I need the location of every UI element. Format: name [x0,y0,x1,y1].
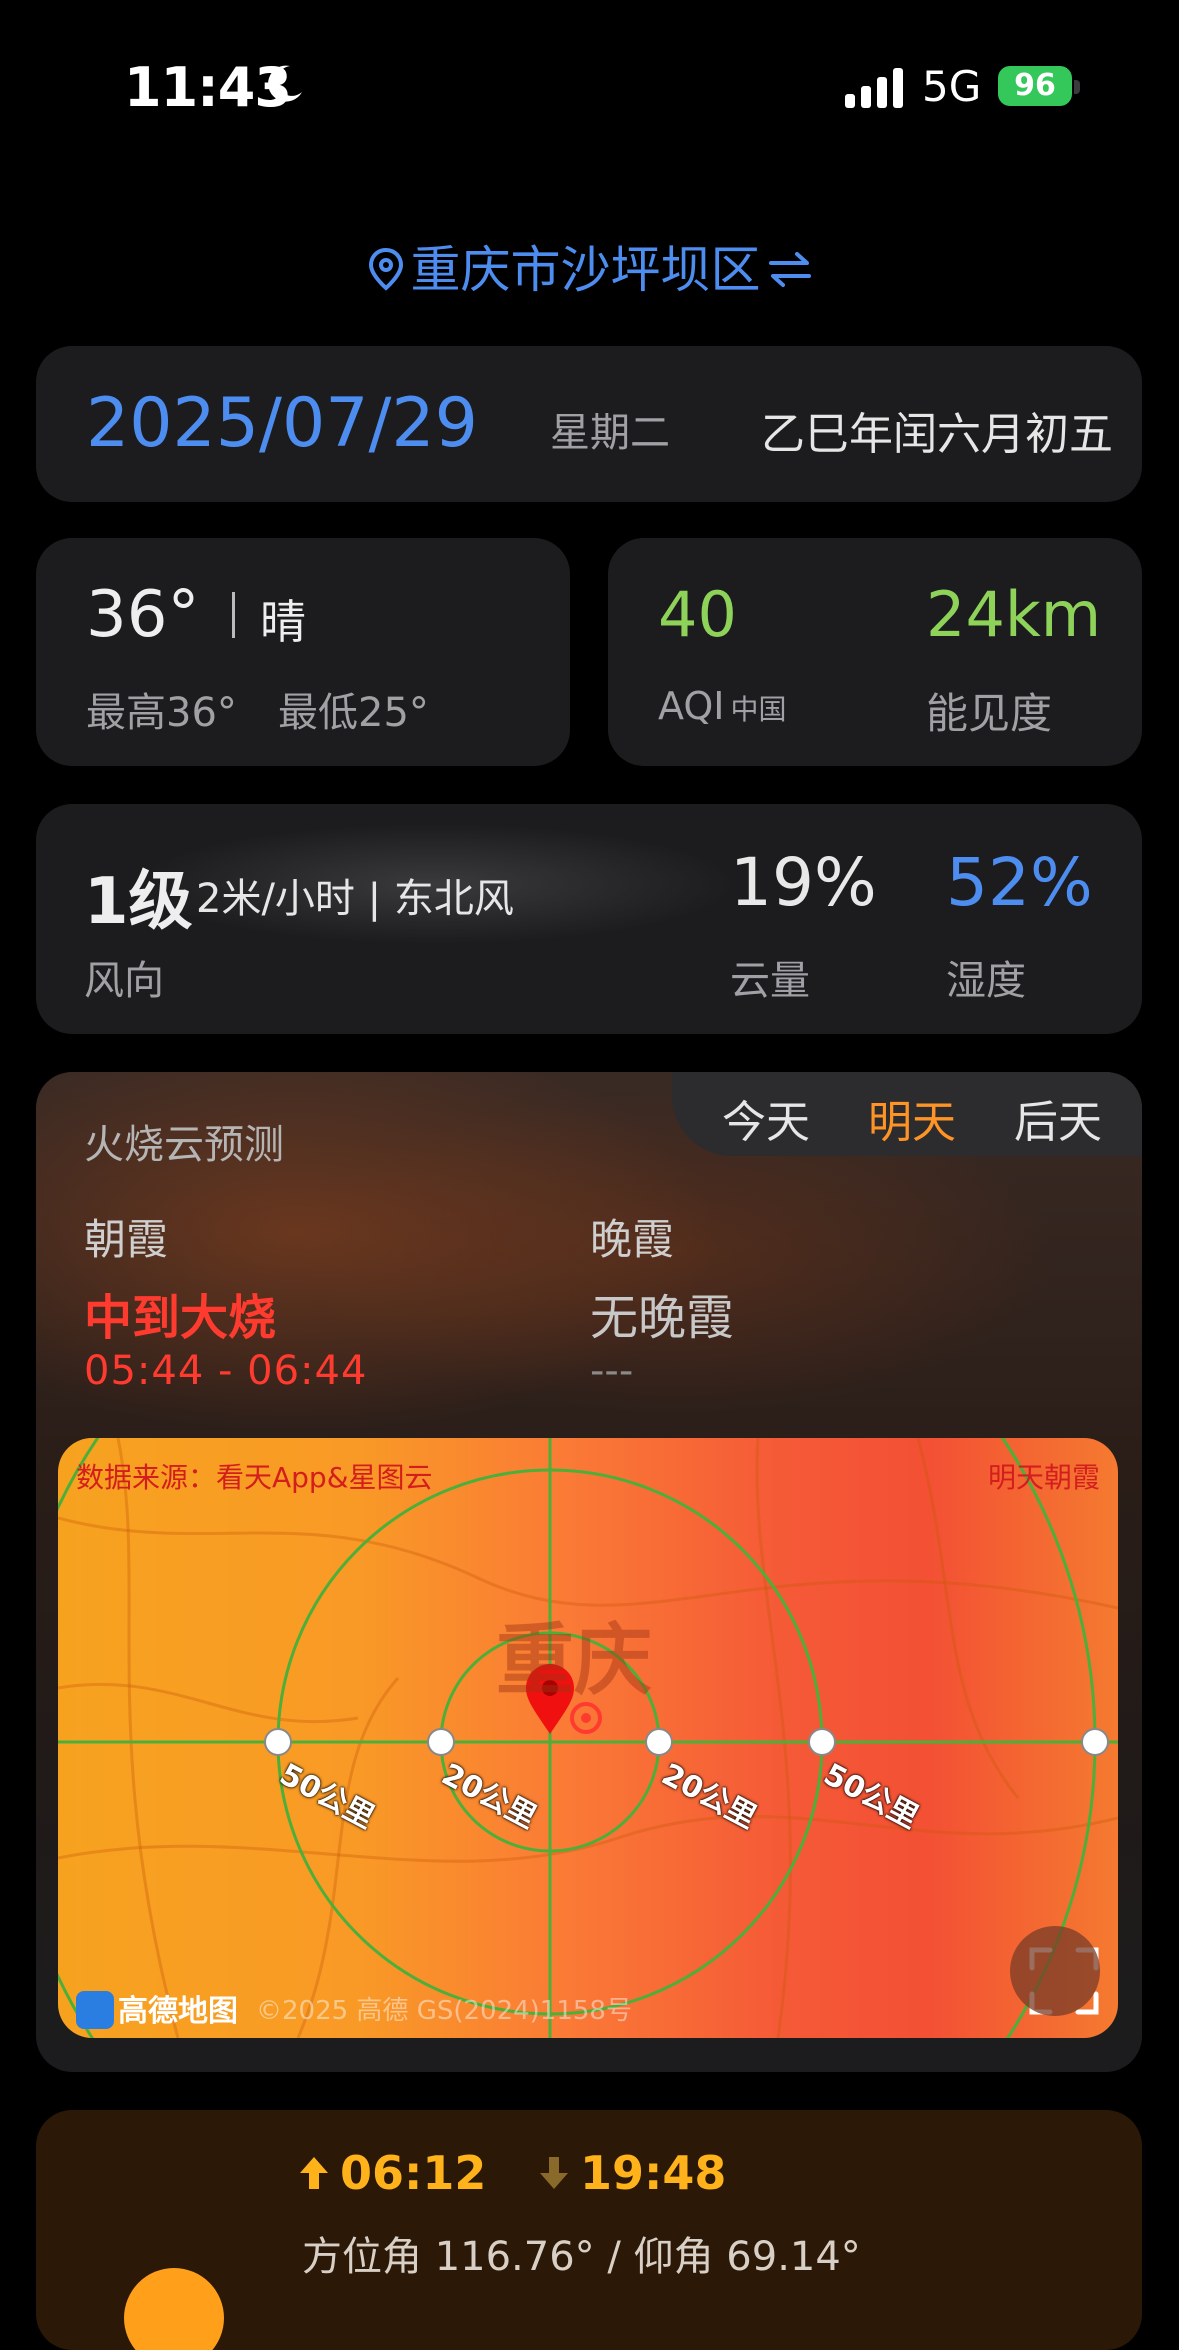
switch-location-icon [768,252,811,287]
cloud-cover-value: 19% [730,844,877,921]
divider [232,592,235,638]
forecast-title: 火烧云预测 [84,1122,284,1168]
sunset: 19:48 [538,2146,726,2200]
battery-icon: 96 [998,66,1072,106]
aqi-label-text: AQI [658,684,725,728]
aqi-label: AQI 中国 [658,684,786,728]
map-badge: 明天朝霞 [987,1461,1100,1494]
low-temperature: 最低25° [278,690,429,736]
wind-card: 1级 2米/小时 | 东北风 风向 19% 云量 52% 湿度 [36,804,1142,1034]
current-temperature: 36° [86,578,200,652]
high-temperature: 最高36° [86,690,237,736]
arrow-down-icon [540,2157,568,2189]
network-label: 5G [922,62,982,111]
cloud-cover-label: 云量 [730,958,810,1004]
tab-today[interactable]: 今天 [722,1086,810,1150]
moon-icon [268,65,302,102]
aqi-value: 40 [658,578,737,651]
sun-icon [124,2268,224,2350]
visibility-value: 24km [926,578,1102,651]
dusk-time: --- [590,1348,634,1394]
signal-icon [845,68,903,108]
wind-detail: 2米/小时 | 东北风 [196,876,514,922]
lunar-date: 乙巳年闰六月初五 [761,409,1113,460]
forecast-map[interactable]: 重庆 数据来源：看天App&星图云 明天朝霞 50公里 20公里 20公里 50… [58,1438,1118,2038]
dusk-level: 无晚霞 [590,1290,735,1346]
distance-rings [58,1438,1118,2038]
date-value: 2025/07/29 [86,384,478,463]
map-roads [58,1438,1118,2038]
humidity-value: 52% [946,844,1093,921]
map-copyright: ©2025 高德 GS(2024)1158号 [256,1996,632,2026]
battery-level: 96 [1014,68,1056,103]
burning-cloud-card: 火烧云预测 今天 明天 后天 朝霞 中到大烧 05:44 - 06:44 晚霞 … [36,1072,1142,2072]
sun-card: 06:12 19:48 方位角 116.76° / 仰角 69.14° [36,2110,1142,2350]
location-name: 重庆市沙坪坝区 [410,241,761,299]
dawn-level: 中到大烧 [84,1290,277,1346]
weekday-label: 星期二 [550,410,670,456]
wind-level: 1级 [84,865,193,939]
sun-angle: 方位角 116.76° / 仰角 69.14° [302,2234,861,2280]
date-card: 2025/07/29 星期二 乙巳年闰六月初五 [36,346,1142,502]
weather-condition: 晴 [260,595,306,649]
sunset-time: 19:48 [580,2146,727,2200]
arrow-up-icon [300,2157,328,2189]
map-city-label: 重庆 [496,1616,653,1706]
dusk-label: 晚霞 [590,1215,675,1264]
tab-tomorrow[interactable]: 明天 [868,1086,956,1150]
wind-label: 风向 [84,958,164,1004]
location-selector[interactable]: 重庆市沙坪坝区 [0,230,1179,302]
sunrise: 06:12 [298,2146,486,2200]
temperature-card: 36° 晴 最高36° 最低25° [36,538,570,766]
day-tabs: 今天 明天 后天 [672,1072,1142,1156]
data-source: 数据来源：看天App&星图云 [76,1461,433,1494]
map-graphics [58,1438,1118,2038]
air-quality-card: 40 24km AQI 中国 能见度 [608,538,1142,766]
amap-logo: 高德地图 [76,1986,238,2030]
expand-map-button[interactable] [1010,1926,1100,2016]
dawn-time: 05:44 - 06:44 [84,1348,368,1394]
location-pin-icon [368,247,403,291]
sunrise-time: 06:12 [340,2146,487,2200]
battery-tip [1074,80,1080,94]
tab-day-after-tomorrow[interactable]: 后天 [1014,1086,1102,1150]
dawn-label: 朝霞 [84,1215,169,1264]
amap-logo-icon [76,1991,114,2029]
humidity-label: 湿度 [946,958,1026,1004]
aqi-region: 中国 [730,693,787,726]
visibility-label: 能见度 [926,689,1053,738]
amap-logo-text: 高德地图 [118,1994,238,2029]
